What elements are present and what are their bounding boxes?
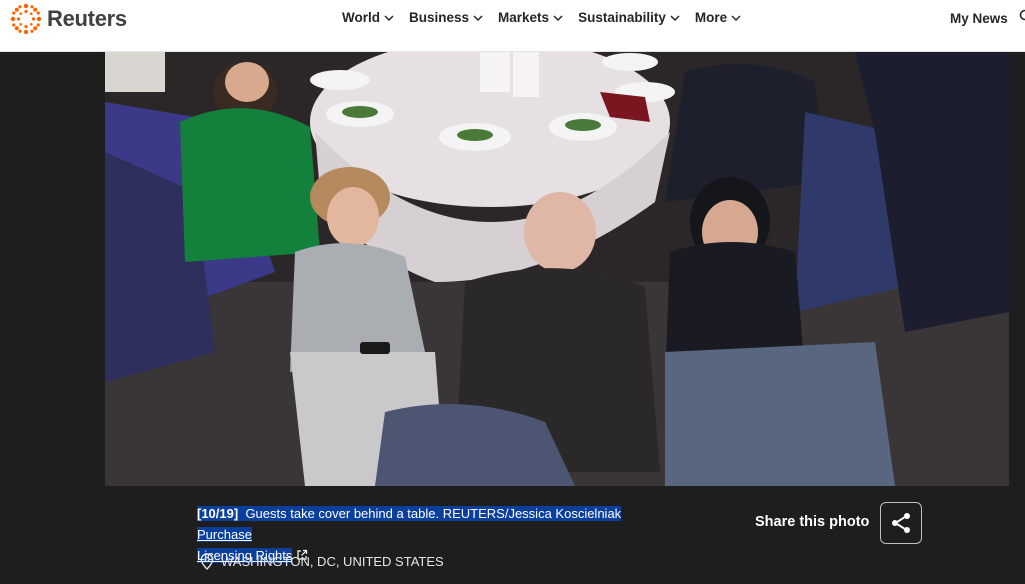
nav-item-label: Sustainability	[578, 10, 666, 25]
chevron-down-icon	[473, 14, 483, 21]
chevron-down-icon	[384, 14, 394, 21]
reuters-logo[interactable]: Reuters	[10, 3, 127, 35]
nav-item-label: Markets	[498, 10, 550, 25]
location-text: WASHINGTON, DC, UNITED STATES	[221, 554, 444, 569]
photo-index: [10/19]	[197, 506, 239, 521]
nav-item-label: Business	[409, 10, 470, 25]
nav-item-label: World	[342, 10, 380, 25]
share-label: Share this photo	[755, 514, 870, 530]
share-button[interactable]	[880, 502, 922, 544]
nav-item-label: More	[694, 10, 728, 25]
chevron-down-icon	[670, 14, 680, 21]
chevron-down-icon	[553, 14, 563, 21]
share-icon	[892, 513, 910, 533]
location-pin-icon	[200, 553, 214, 570]
photo-location: WASHINGTON, DC, UNITED STATES	[200, 553, 444, 570]
chevron-down-icon	[731, 14, 741, 21]
site-header: Reuters World Business Markets Sustainab…	[0, 0, 1025, 52]
logo-text: Reuters	[47, 6, 127, 31]
nav-item-world[interactable]: World	[342, 10, 394, 25]
caption-text: Guests take cover behind a table. REUTER…	[245, 506, 622, 521]
purchase-link[interactable]: Purchase	[197, 527, 252, 542]
reuters-logo-icon	[10, 3, 42, 35]
search-icon[interactable]	[1018, 9, 1025, 23]
nav-item-markets[interactable]: Markets	[498, 10, 563, 25]
my-news-link[interactable]: My News	[950, 11, 1008, 26]
nav-item-sustainability[interactable]: Sustainability	[578, 10, 680, 25]
main-nav: World Business Markets Sustainability Mo…	[342, 10, 741, 25]
gallery-photo[interactable]	[105, 52, 1009, 486]
photo-image	[105, 52, 1009, 486]
nav-item-business[interactable]: Business	[409, 10, 483, 25]
nav-item-more[interactable]: More	[695, 10, 741, 25]
